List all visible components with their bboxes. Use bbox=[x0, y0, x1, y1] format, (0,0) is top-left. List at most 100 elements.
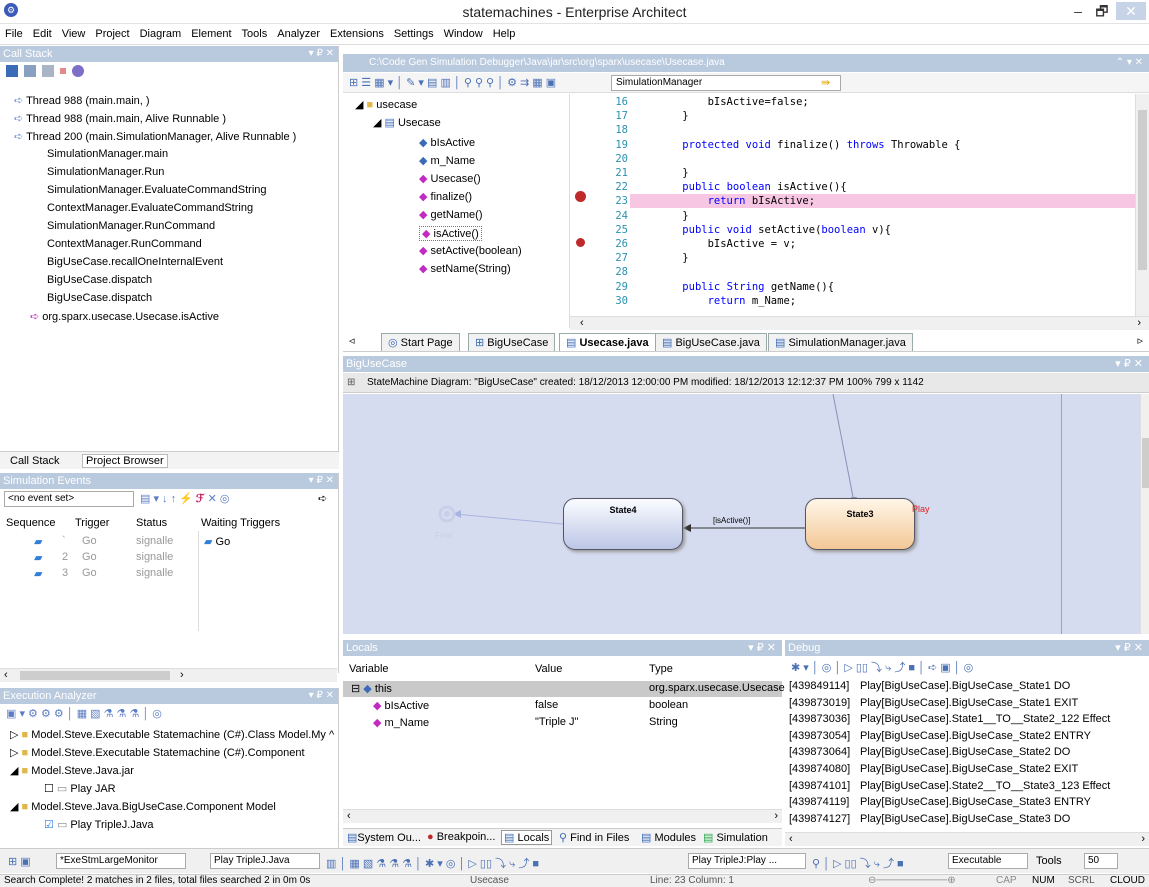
stack-frame[interactable]: BigUseCase.dispatch bbox=[47, 292, 152, 304]
state4-node[interactable]: State4 bbox=[563, 498, 683, 550]
exec-item[interactable]: ◢ ■ Model.Steve.Java.jar bbox=[10, 764, 134, 777]
code-line[interactable]: bIsActive=false; bbox=[657, 96, 809, 108]
layout-icons[interactable]: ⊞ ▣ bbox=[8, 855, 31, 868]
menu-extensions[interactable]: Extensions bbox=[325, 25, 389, 40]
menu-file[interactable]: File bbox=[0, 25, 28, 40]
exec-item[interactable]: ▷ ■ Model.Steve.Executable Statemachine … bbox=[10, 728, 334, 741]
tree-member[interactable]: ◆ bIsActive bbox=[419, 136, 475, 149]
code-line[interactable]: } bbox=[657, 210, 688, 222]
tree-member[interactable]: ◆ setActive(boolean) bbox=[419, 244, 522, 257]
fire-event-icon[interactable]: ➪ bbox=[318, 492, 327, 505]
debug-toolbar[interactable]: ✱ ▾ │ ◎ │ ▷ ▯▯ ⤵ ⤷ ⤴ ■ │ ➪ ▣ │ ◎ bbox=[785, 657, 1149, 677]
code-hscrollbar[interactable]: ‹ › bbox=[570, 316, 1149, 330]
event-toolbar-icons[interactable]: ▤ ▾ ↓ ↑ ⚡ ℱ ✕ ◎ bbox=[140, 492, 230, 505]
panel-controls[interactable]: ▾ ₽ ✕ bbox=[1115, 356, 1143, 372]
menu-help[interactable]: Help bbox=[488, 25, 521, 40]
current-breakpoint-icon[interactable] bbox=[575, 191, 586, 202]
stop-icon[interactable] bbox=[60, 68, 67, 75]
analyzer-script-select[interactable]: *ExeStmLargeMonitor bbox=[56, 853, 186, 869]
panel-controls[interactable]: ▾ ₽ ✕ bbox=[1115, 640, 1143, 656]
stack-frame[interactable]: SimulationManager.RunCommand bbox=[47, 220, 215, 232]
tree-member[interactable]: ◆ getName() bbox=[419, 208, 483, 221]
event-set-select[interactable]: <no event set> bbox=[4, 491, 134, 507]
tab-call-stack[interactable]: Call Stack bbox=[10, 455, 60, 467]
restore-button[interactable]: 🗗 bbox=[1092, 2, 1112, 20]
tree-class[interactable]: ◢ ▤ Usecase bbox=[373, 116, 441, 129]
exec-item[interactable]: ▷ ■ Model.Steve.Executable Statemachine … bbox=[10, 746, 305, 759]
menu-project[interactable]: Project bbox=[90, 25, 134, 40]
tab-simulationmanager-java[interactable]: ▤ SimulationManager.java bbox=[768, 333, 913, 351]
minimize-button[interactable]: – bbox=[1068, 2, 1088, 20]
speed-stepper[interactable]: 50 bbox=[1084, 853, 1118, 869]
code-line[interactable]: public boolean isActive(){ bbox=[657, 181, 846, 193]
tree-package[interactable]: ◢ ■ usecase bbox=[355, 98, 417, 111]
stack-frame[interactable]: SimulationManager.Run bbox=[47, 166, 164, 178]
go-icon[interactable]: ⇛ bbox=[821, 76, 830, 89]
stack-frame[interactable]: SimulationManager.EvaluateCommandString bbox=[47, 184, 267, 196]
menu-view[interactable]: View bbox=[57, 25, 91, 40]
save-icon[interactable] bbox=[6, 65, 18, 78]
menu-diagram[interactable]: Diagram bbox=[135, 25, 187, 40]
thread-item[interactable]: ➪ Thread 200 (main.SimulationManager, Al… bbox=[14, 130, 296, 143]
code-line[interactable]: public void setActive(boolean v){ bbox=[657, 224, 891, 236]
stack-frame[interactable]: SimulationManager.main bbox=[47, 148, 168, 160]
exec-toolbar[interactable]: ▣ ▾ ⚙ ⚙ ⚙ │ ▦ ▧ ⚗ ⚗ ⚗ │ ◎ bbox=[0, 704, 338, 724]
local-row[interactable]: ◆ bIsActive false boolean bbox=[343, 698, 782, 714]
editor-toolbar-icons[interactable]: ⊞ ☰ ▦ ▾ │ ✎ ▾ ▤ ▥ │ ⚲ ⚲ ⚲ │ ⚙ ⇉ ▦ ▣ bbox=[349, 76, 556, 89]
options-icon[interactable] bbox=[72, 65, 85, 78]
close-button[interactable]: ✕ bbox=[1116, 2, 1146, 20]
path-controls[interactable]: ⌃ ▾ ✕ bbox=[1116, 54, 1143, 72]
diagram-vscrollbar[interactable] bbox=[1140, 394, 1149, 634]
code-line[interactable]: bIsActive = v; bbox=[657, 238, 797, 250]
menu-analyzer[interactable]: Analyzer bbox=[272, 25, 325, 40]
menu-element[interactable]: Element bbox=[186, 25, 236, 40]
local-row-selected[interactable]: ⊟ ◆ this org.sparx.usecase.Usecase bbox=[343, 681, 785, 697]
class-selector[interactable]: SimulationManager bbox=[611, 75, 841, 91]
panel-controls[interactable]: ▾ ₽ ✕ bbox=[309, 46, 334, 62]
paste-icon[interactable] bbox=[42, 65, 55, 78]
waiting-trigger[interactable]: ▰ Go bbox=[204, 535, 230, 548]
panel-controls[interactable]: ▾ ₽ ✕ bbox=[309, 473, 334, 489]
panel-controls[interactable]: ▾ ₽ ✕ bbox=[309, 688, 334, 704]
stack-frame[interactable]: ContextManager.RunCommand bbox=[47, 238, 202, 250]
tools-dropdown[interactable]: Tools bbox=[1036, 855, 1062, 867]
copy-icon[interactable] bbox=[24, 65, 37, 78]
executable-select[interactable]: Executable bbox=[948, 853, 1028, 869]
debug-hscrollbar[interactable]: ‹ › bbox=[785, 832, 1149, 846]
local-row[interactable]: ◆ m_Name "Triple J" String bbox=[343, 715, 782, 731]
tree-member[interactable]: ◆ finalize() bbox=[419, 190, 472, 203]
zoom-slider[interactable]: ⊖──────────⊕ bbox=[868, 875, 956, 887]
exec-item[interactable]: ☑ ▭ Play TripleJ.Java bbox=[44, 818, 154, 831]
panel-controls[interactable]: ▾ ₽ ✕ bbox=[748, 640, 776, 656]
tree-member[interactable]: ◆ m_Name bbox=[419, 154, 475, 167]
tree-member[interactable]: ◆ Usecase() bbox=[419, 172, 481, 185]
exec-toolbar-icons[interactable]: ▥ │ ▦ ▧ ⚗ ⚗ ⚗ │ ✱ ▾ ◎ │ ▷ ▯▯ ⤵ ⤷ ⤴ ■ bbox=[326, 855, 539, 871]
simulation-select[interactable]: Play TripleJ:Play ... bbox=[688, 853, 806, 869]
tab-simulation[interactable]: ▤ Simulation bbox=[703, 831, 768, 844]
code-line[interactable]: } bbox=[657, 167, 688, 179]
tab-scroll-left[interactable]: ◃ bbox=[349, 334, 355, 347]
menu-settings[interactable]: Settings bbox=[389, 25, 439, 40]
tab-usecase-java[interactable]: ▤ Usecase.java bbox=[559, 333, 656, 351]
play-config-select[interactable]: Play TripleJ.Java bbox=[210, 853, 320, 869]
tab-modules[interactable]: ▤ Modules bbox=[641, 831, 696, 844]
diagram-canvas[interactable]: State4 State3 Play [isActive()] Final bbox=[343, 394, 1140, 634]
code-line[interactable]: } bbox=[657, 110, 688, 122]
code-line[interactable]: protected void finalize() throws Throwab… bbox=[657, 139, 960, 151]
state3-node[interactable]: State3 bbox=[805, 498, 915, 550]
menu-window[interactable]: Window bbox=[439, 25, 488, 40]
tab-biguscase-java[interactable]: ▤ BigUseCase.java bbox=[655, 333, 767, 351]
hscrollbar[interactable]: ‹ › bbox=[0, 668, 337, 682]
tree-member-selected[interactable]: ◆ isActive() bbox=[419, 226, 482, 241]
thread-item[interactable]: ➪ Thread 988 (main.main, ) bbox=[14, 94, 150, 107]
code-line[interactable]: public String getName(){ bbox=[657, 281, 834, 293]
locals-hscrollbar[interactable]: ‹ › bbox=[343, 809, 782, 823]
tab-breakpoints[interactable]: ● Breakpoin... bbox=[427, 831, 495, 843]
stack-frame[interactable]: ContextManager.EvaluateCommandString bbox=[47, 202, 253, 214]
tab-start-page[interactable]: ◎ Start Page bbox=[381, 333, 460, 351]
exec-item[interactable]: ◢ ■ Model.Steve.Java.BigUseCase.Componen… bbox=[10, 800, 276, 813]
menu-tools[interactable]: Tools bbox=[237, 25, 273, 40]
stack-frame[interactable]: BigUseCase.dispatch bbox=[47, 274, 152, 286]
sim-toolbar-icons[interactable]: ⚲ │ ▷ ▯▯ ⤵ ⤷ ⤴ ■ bbox=[812, 855, 904, 871]
code-vscrollbar[interactable] bbox=[1135, 94, 1149, 316]
